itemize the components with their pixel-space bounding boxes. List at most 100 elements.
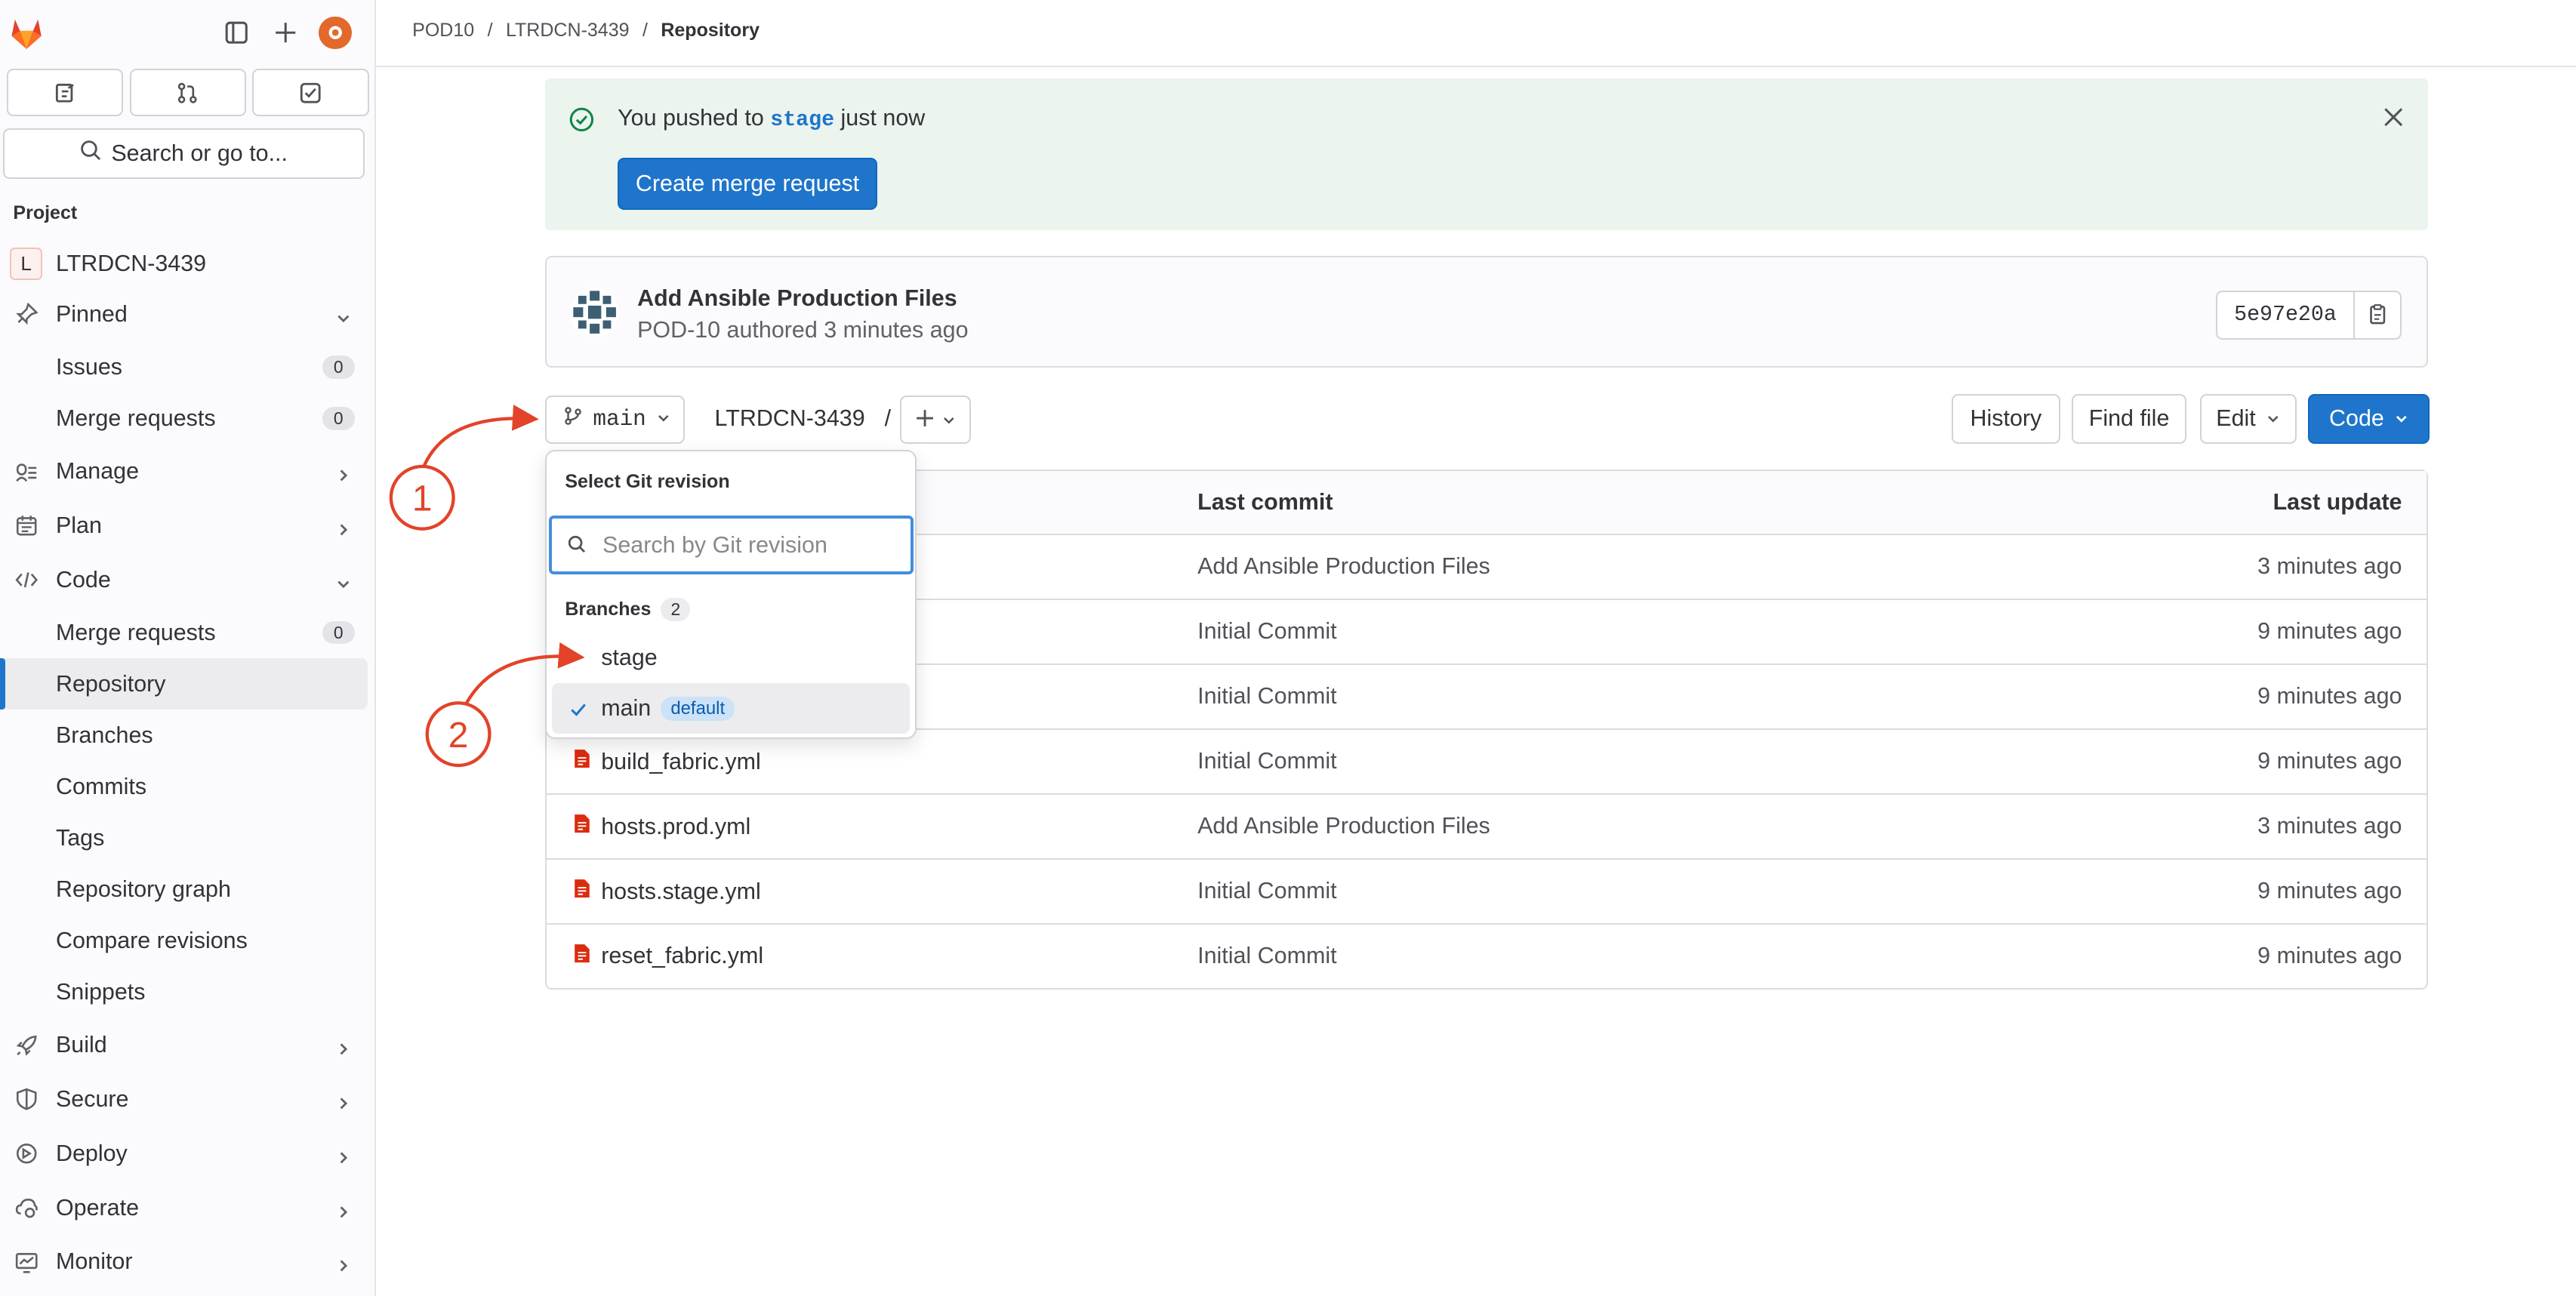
- issues-shortcut-button[interactable]: [6, 69, 123, 117]
- file-icon: [573, 943, 591, 970]
- annotation-number-2: 2: [448, 716, 469, 756]
- file-link[interactable]: hosts.prod.yml: [573, 813, 750, 840]
- table-row[interactable]: hosts.prod.yml Add Ansible Production Fi…: [547, 795, 2427, 860]
- pin-icon: [13, 301, 39, 328]
- chevron-down-icon: [941, 405, 957, 435]
- branch-option-stage[interactable]: stage: [552, 633, 910, 683]
- last-commit-card: Add Ansible Production Files POD-10 auth…: [545, 256, 2429, 368]
- project-avatar: L: [10, 247, 43, 280]
- file-last-commit[interactable]: Add Ansible Production Files: [1197, 813, 1490, 839]
- file-link[interactable]: hosts.stage.yml: [573, 878, 761, 905]
- header-last-update: Last update: [2272, 489, 2402, 516]
- file-last-commit[interactable]: Initial Commit: [1197, 878, 1336, 904]
- sidebar-item-label: Repository graph: [55, 876, 231, 903]
- sidebar-item-repository-graph[interactable]: Repository graph: [0, 864, 374, 916]
- breadcrumb-group[interactable]: POD10: [412, 20, 474, 42]
- history-button[interactable]: History: [1952, 394, 2060, 444]
- plus-icon[interactable]: [270, 17, 303, 50]
- sidebar-item-tags[interactable]: Tags: [0, 813, 374, 864]
- file-last-commit[interactable]: Initial Commit: [1197, 943, 1336, 969]
- todo-shortcut-button[interactable]: [252, 69, 369, 117]
- sidebar-item-code-merge-requests[interactable]: Merge requests 0: [0, 607, 374, 658]
- sidebar-item-pinned[interactable]: Pinned: [0, 288, 374, 342]
- alert-branch: stage: [770, 108, 835, 133]
- gitlab-logo-icon[interactable]: [7, 13, 46, 52]
- chevron-right-icon: [335, 1146, 352, 1164]
- file-name: build_fabric.yml: [601, 748, 761, 774]
- sidebar-item-plan[interactable]: Plan: [0, 499, 374, 553]
- sidebar-item-deploy[interactable]: Deploy: [0, 1127, 374, 1181]
- repo-path-root[interactable]: LTRDCN-3439: [715, 405, 865, 431]
- table-row[interactable]: hosts.stage.yml Initial Commit 9 minutes…: [547, 860, 2427, 925]
- breadcrumb-current[interactable]: Repository: [661, 20, 760, 42]
- edit-button[interactable]: Edit: [2199, 394, 2297, 444]
- close-icon[interactable]: [2382, 105, 2405, 128]
- file-icon: [573, 748, 591, 775]
- deploy-icon: [13, 1141, 39, 1167]
- copy-icon[interactable]: [2355, 292, 2401, 338]
- revision-search-field[interactable]: [548, 516, 914, 575]
- sidebar-item-snippets[interactable]: Snippets: [0, 967, 374, 1018]
- commit-sha[interactable]: 5e97e20a: [2217, 291, 2355, 338]
- find-file-button[interactable]: Find file: [2071, 394, 2187, 444]
- sidebar-item-label: Pinned: [55, 301, 128, 328]
- shield-icon: [13, 1086, 39, 1113]
- sidebar-item-label: Secure: [55, 1086, 129, 1113]
- count-badge: 0: [322, 407, 356, 430]
- chevron-right-icon: [335, 1199, 352, 1218]
- merge-requests-shortcut-button[interactable]: [129, 69, 246, 117]
- repo-path: LTRDCN-3439 /: [715, 405, 891, 432]
- file-last-commit[interactable]: Initial Commit: [1197, 683, 1336, 710]
- breadcrumb-project[interactable]: LTRDCN-3439: [506, 20, 630, 42]
- sidebar-toggle-icon[interactable]: [220, 17, 254, 50]
- branch-option-main[interactable]: main default: [551, 683, 911, 734]
- code-button[interactable]: Code: [2308, 394, 2430, 444]
- sidebar-item-merge-requests[interactable]: Merge requests 0: [0, 393, 374, 445]
- annotation-circle-2: [425, 701, 491, 768]
- user-avatar[interactable]: [319, 16, 352, 50]
- sidebar-item-label: Plan: [55, 512, 102, 538]
- sidebar-item-label: Merge requests: [55, 405, 216, 432]
- sidebar-item-compare-revisions[interactable]: Compare revisions: [0, 916, 374, 967]
- search-button[interactable]: Search or go to...: [3, 128, 365, 179]
- sidebar-item-label: Monitor: [55, 1248, 133, 1275]
- sidebar-item-issues[interactable]: Issues 0: [0, 342, 374, 393]
- file-last-update: 9 minutes ago: [2257, 877, 2402, 904]
- table-row[interactable]: reset_fabric.yml Initial Commit 9 minute…: [547, 925, 2427, 988]
- file-last-commit[interactable]: Initial Commit: [1197, 618, 1336, 645]
- sidebar-item-code[interactable]: Code: [0, 553, 374, 607]
- branch-option-label: main: [601, 695, 652, 722]
- sidebar-item-build[interactable]: Build: [0, 1018, 374, 1073]
- file-last-commit[interactable]: Add Ansible Production Files: [1197, 553, 1490, 580]
- sidebar-item-project[interactable]: L LTRDCN-3439: [0, 240, 374, 288]
- sidebar-item-label: Build: [55, 1032, 107, 1058]
- table-row[interactable]: build_fabric.yml Initial Commit 9 minute…: [547, 730, 2427, 795]
- branch-selector-button[interactable]: main: [545, 396, 686, 444]
- file-last-commit[interactable]: Initial Commit: [1197, 748, 1336, 774]
- sidebar-item-label: Snippets: [55, 979, 146, 1005]
- file-icon: [573, 878, 591, 905]
- sidebar-item-label: Branches: [55, 722, 153, 748]
- file-name: hosts.stage.yml: [601, 878, 761, 904]
- author-avatar: [569, 287, 620, 337]
- calendar-icon: [13, 513, 39, 539]
- sidebar-item-monitor[interactable]: Monitor: [0, 1235, 374, 1289]
- sidebar-item-manage[interactable]: Manage: [0, 445, 374, 499]
- revision-search-input[interactable]: [599, 530, 902, 560]
- chevron-down-icon: [335, 571, 352, 588]
- sidebar-item-secure[interactable]: Secure: [0, 1073, 374, 1127]
- sidebar-item-commits[interactable]: Commits: [0, 761, 374, 812]
- section-label: Branches: [565, 599, 652, 620]
- commit-title[interactable]: Add Ansible Production Files: [637, 285, 957, 312]
- sidebar-item-label: Deploy: [55, 1140, 128, 1166]
- sidebar-item-branches[interactable]: Branches: [0, 710, 374, 761]
- file-link[interactable]: reset_fabric.yml: [573, 943, 763, 970]
- chevron-right-icon: [335, 463, 352, 482]
- create-merge-request-button[interactable]: Create merge request: [618, 157, 877, 211]
- sidebar-item-operate[interactable]: Operate: [0, 1181, 374, 1235]
- sidebar-item-repository[interactable]: Repository: [0, 658, 368, 710]
- add-to-tree-button[interactable]: [900, 396, 971, 444]
- annotation-arrow-1: [422, 405, 539, 467]
- alert-prefix: You pushed to: [618, 105, 764, 131]
- file-link[interactable]: build_fabric.yml: [573, 748, 761, 775]
